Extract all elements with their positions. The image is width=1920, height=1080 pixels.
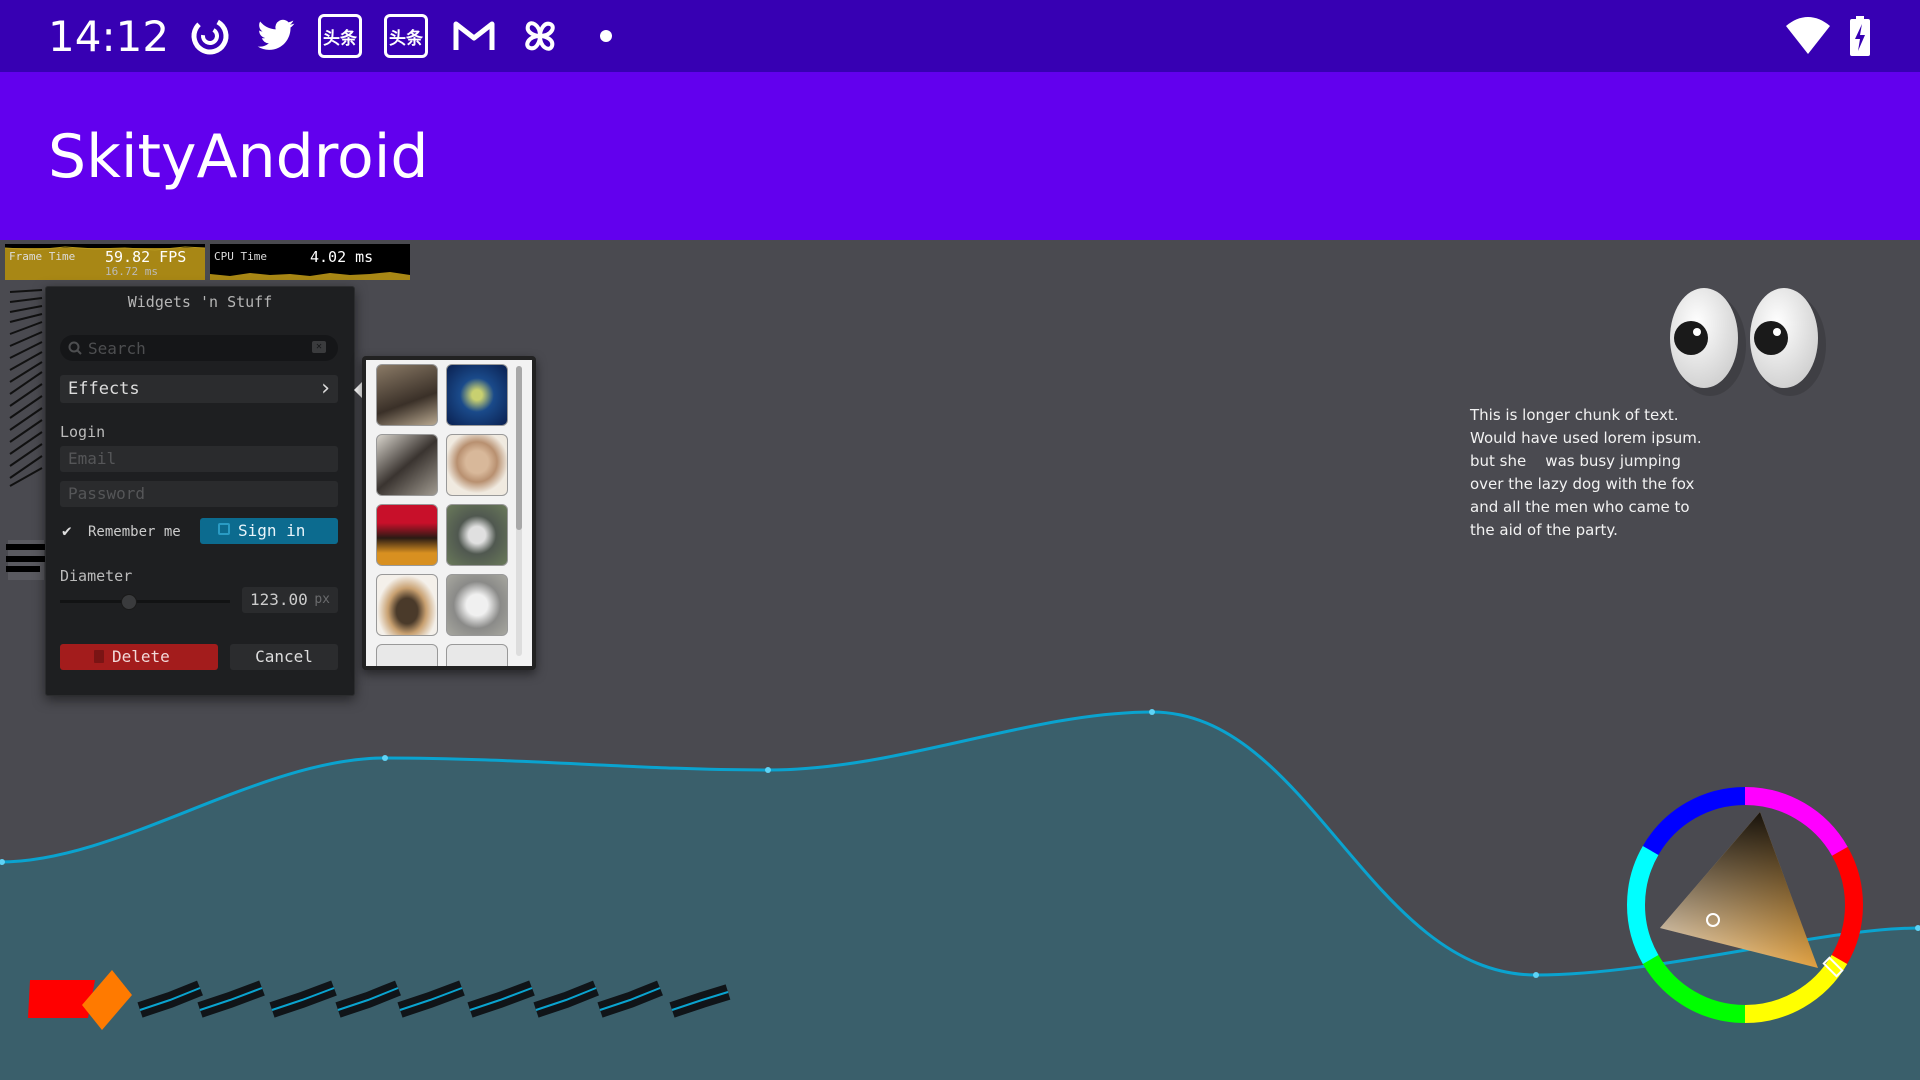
thumbnail-image[interactable] (446, 644, 508, 666)
remember-checkbox[interactable]: ✔ (62, 523, 78, 539)
widths-demo (9, 289, 43, 487)
thumbnail-image[interactable] (376, 504, 438, 566)
email-placeholder: Email (68, 449, 117, 468)
scrollbar-thumb[interactable] (516, 366, 522, 530)
sign-in-label: Sign in (238, 521, 306, 540)
cancel-label: Cancel (255, 647, 313, 666)
effects-label: Effects (68, 379, 140, 399)
thumbnail-image[interactable] (446, 504, 508, 566)
image-thumbnails-popup[interactable] (362, 356, 536, 670)
cpu-ms-value: 4.02 ms (310, 248, 374, 266)
eyes-icon (1670, 288, 1826, 396)
cpu-time-graph: CPU Time 4.02 ms (210, 244, 410, 280)
email-field[interactable]: Email (60, 446, 338, 472)
diameter-input[interactable]: 123.00 px (242, 587, 338, 613)
effects-dropdown[interactable]: Effects › (60, 375, 338, 403)
thumbnail-image[interactable] (446, 574, 508, 636)
trash-icon (94, 650, 104, 663)
diameter-slider[interactable] (60, 600, 230, 603)
login-label: Login (60, 423, 106, 441)
thumbnail-image[interactable] (446, 364, 508, 426)
paragraph-text: This is longer chunk of text. Would have… (1470, 404, 1702, 542)
frame-ms-value: 16.72 ms (105, 265, 158, 278)
fps-value: 59.82 FPS (105, 248, 187, 266)
window-title: Widgets 'n Stuff (127, 293, 273, 311)
delete-button[interactable]: Delete (60, 644, 218, 670)
thumbnail-image[interactable] (446, 434, 508, 496)
frame-time-label: Frame Time (9, 250, 76, 263)
search-icon (68, 341, 82, 355)
diameter-unit: px (314, 592, 330, 607)
sign-in-button[interactable]: Sign in (200, 518, 338, 544)
diameter-value: 123.00 (250, 590, 308, 609)
clear-icon[interactable]: ✕ (312, 341, 326, 353)
paragraph-line: Would have used lorem ipsum. (1470, 429, 1702, 447)
login-icon (218, 523, 230, 535)
chevron-right-icon: › (318, 376, 332, 401)
delete-label: Delete (112, 647, 170, 666)
search-input[interactable]: Search ✕ (60, 335, 338, 361)
password-field[interactable]: Password (60, 481, 338, 507)
thumbnail-image[interactable] (376, 574, 438, 636)
thumbnail-image[interactable] (376, 364, 438, 426)
paragraph-line: the aid of the party. (1470, 521, 1618, 539)
paragraph-line: over the lazy dog with the fox (1470, 475, 1695, 493)
thumbnail-image[interactable] (376, 434, 438, 496)
cpu-time-label: CPU Time (214, 250, 267, 263)
joins-demo (6, 540, 46, 580)
thumbnail-image[interactable] (376, 644, 438, 666)
slider-knob[interactable] (121, 594, 137, 610)
cancel-button[interactable]: Cancel (230, 644, 338, 670)
diameter-label: Diameter (60, 567, 133, 585)
paragraph-line: This is longer chunk of text. (1470, 406, 1679, 424)
password-placeholder: Password (68, 484, 146, 503)
remember-label: Remember me (88, 524, 181, 540)
widgets-window[interactable]: Widgets 'n Stuff Search ✕ Effects › Logi… (45, 286, 355, 696)
paragraph-line: and all the men who came to (1470, 498, 1690, 516)
frame-time-graph: Frame Time 59.82 FPS 16.72 ms (5, 244, 205, 280)
paragraph-line: but she was busy jumping (1470, 452, 1681, 470)
search-placeholder: Search (88, 339, 146, 358)
